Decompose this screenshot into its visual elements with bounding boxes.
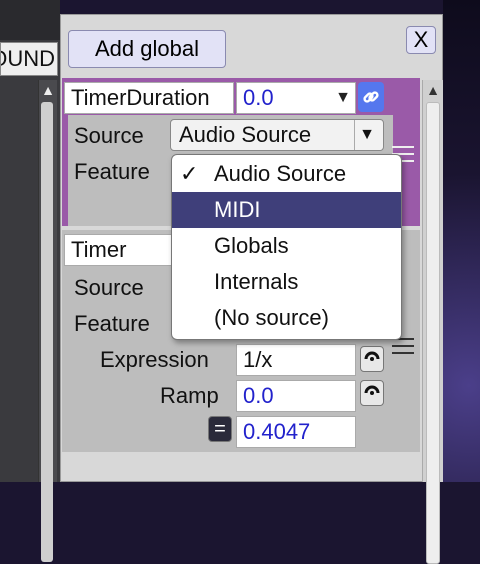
- ramp-field[interactable]: 0.0: [236, 380, 356, 412]
- check-icon: ✓: [180, 161, 199, 186]
- add-global-button[interactable]: Add global: [68, 30, 226, 68]
- scroll-thumb[interactable]: [426, 102, 440, 564]
- left-tab-label: OUND: [1, 46, 55, 71]
- menu-item-label: Internals: [214, 269, 299, 294]
- chevron-down-icon[interactable]: ▼: [354, 120, 379, 150]
- global-name-field[interactable]: TimerDuration: [64, 82, 234, 114]
- source-dropdown-menu: ✓ Audio Source MIDI Globals Internals (N…: [171, 154, 402, 340]
- menu-item-label: MIDI: [214, 197, 261, 222]
- menu-item-globals[interactable]: Globals: [172, 228, 401, 264]
- menu-item-internals[interactable]: Internals: [172, 264, 401, 300]
- menu-item-label: (No source): [214, 305, 329, 330]
- expression-label: Expression: [100, 347, 209, 372]
- feature-label: Feature: [74, 159, 150, 184]
- equals-button[interactable]: =: [208, 416, 232, 442]
- menu-item-midi[interactable]: MIDI: [172, 192, 401, 228]
- global-name-field[interactable]: Timer: [64, 234, 174, 266]
- chevron-down-icon[interactable]: ▼: [335, 83, 351, 113]
- close-button[interactable]: X: [406, 26, 436, 54]
- ramp-label: Ramp: [160, 383, 219, 408]
- left-tab[interactable]: OUND: [0, 42, 58, 76]
- main-scrollbar[interactable]: ▲: [422, 80, 443, 564]
- link-icon[interactable]: [358, 82, 384, 112]
- menu-item-no-source[interactable]: (No source): [172, 300, 401, 336]
- source-select[interactable]: Audio Source ▼: [170, 119, 384, 151]
- source-label: Source: [74, 275, 144, 300]
- menu-item-label: Globals: [214, 233, 289, 258]
- left-panel-header: [0, 0, 60, 40]
- feature-label: Feature: [74, 311, 150, 336]
- scroll-up-icon[interactable]: ▲: [39, 82, 57, 98]
- expression-field[interactable]: 1/x: [236, 344, 356, 376]
- source-select-value: Audio Source: [179, 122, 312, 147]
- scroll-thumb[interactable]: [41, 102, 53, 562]
- left-scrollbar[interactable]: ▲: [38, 80, 57, 562]
- result-field[interactable]: 0.4047: [236, 416, 356, 448]
- knob-icon[interactable]: [360, 380, 384, 406]
- global-value-field[interactable]: 0.0 ▼: [236, 82, 356, 114]
- background-wallpaper: [443, 0, 480, 482]
- scroll-up-icon[interactable]: ▲: [423, 82, 443, 98]
- source-label: Source: [74, 123, 144, 148]
- global-value-text: 0.0: [243, 85, 274, 110]
- menu-item-audio-source[interactable]: ✓ Audio Source: [172, 156, 401, 192]
- knob-icon[interactable]: [360, 346, 384, 372]
- menu-item-label: Audio Source: [214, 161, 347, 186]
